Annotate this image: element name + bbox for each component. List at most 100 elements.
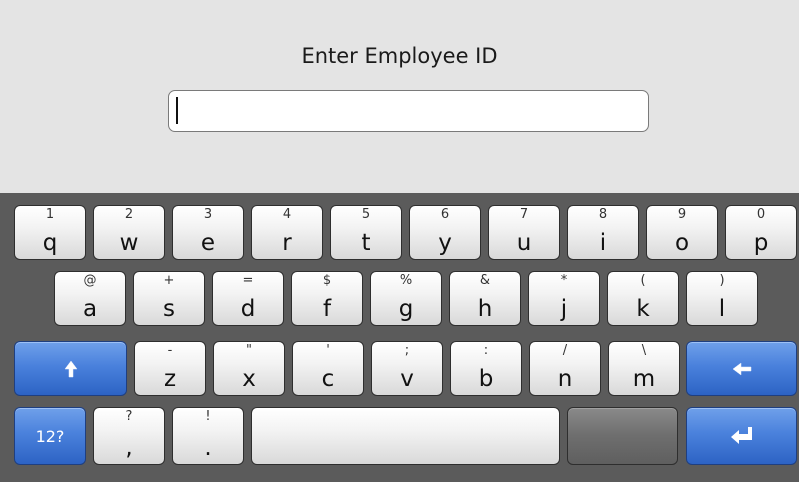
key-alt-label: % <box>399 273 413 288</box>
key-label: b <box>478 366 494 392</box>
key-d[interactable]: = d <box>212 271 284 326</box>
key-alt-label: " <box>246 343 252 358</box>
key-alt-label: 3 <box>203 207 213 222</box>
key-m[interactable]: \ m <box>608 341 680 396</box>
shift-arrow-up-icon <box>15 342 126 395</box>
key-r[interactable]: 4 r <box>251 205 323 260</box>
key-label: q <box>42 230 58 256</box>
key-z[interactable]: - z <box>134 341 206 396</box>
key-u[interactable]: 7 u <box>488 205 560 260</box>
key-label: , <box>125 435 133 461</box>
key-e[interactable]: 3 e <box>172 205 244 260</box>
key-f[interactable]: $ f <box>291 271 363 326</box>
key-alt-label: & <box>479 273 491 288</box>
key-l[interactable]: ) l <box>686 271 758 326</box>
backspace-key[interactable] <box>686 341 797 396</box>
key-a[interactable]: @ a <box>54 271 126 326</box>
prompt-title: Enter Employee ID <box>301 44 498 68</box>
key-alt-label: : <box>483 343 489 358</box>
key-label: x <box>242 366 256 392</box>
key-i[interactable]: 8 i <box>567 205 639 260</box>
key-h[interactable]: & h <box>449 271 521 326</box>
key-b[interactable]: : b <box>450 341 522 396</box>
key-label: p <box>753 230 769 256</box>
key-period[interactable]: ! . <box>172 407 244 465</box>
on-screen-keyboard: 1 q 2 w 3 e 4 r 5 t 6 y 7 u 8 i 9 o 0 p … <box>0 193 799 482</box>
key-alt-label: ( <box>640 273 646 288</box>
key-label: e <box>200 230 216 256</box>
key-label: a <box>82 296 98 322</box>
key-label: s <box>163 296 175 322</box>
key-q[interactable]: 1 q <box>14 205 86 260</box>
arrow-left-icon <box>687 342 796 395</box>
key-alt-label: * <box>560 273 568 288</box>
key-alt-label: 6 <box>440 207 450 222</box>
key-alt-label: 7 <box>519 207 529 222</box>
key-label: t <box>361 230 371 256</box>
key-label: n <box>557 366 573 392</box>
key-j[interactable]: * j <box>528 271 600 326</box>
key-alt-label: 2 <box>124 207 134 222</box>
key-n[interactable]: / n <box>529 341 601 396</box>
blank-key[interactable] <box>567 407 678 465</box>
key-label: j <box>560 296 568 322</box>
key-alt-label: 5 <box>361 207 371 222</box>
key-y[interactable]: 6 y <box>409 205 481 260</box>
key-label: . <box>204 435 212 461</box>
key-label: k <box>636 296 650 322</box>
employee-id-screen: Enter Employee ID 1 q 2 w 3 e 4 r 5 t 6 … <box>0 0 799 482</box>
key-alt-label: ! <box>205 409 211 424</box>
key-g[interactable]: % g <box>370 271 442 326</box>
key-label: g <box>398 296 414 322</box>
key-alt-label: 0 <box>756 207 766 222</box>
key-alt-label: ? <box>125 409 133 424</box>
key-c[interactable]: ' c <box>292 341 364 396</box>
key-alt-label: 4 <box>282 207 292 222</box>
shift-key[interactable] <box>14 341 127 396</box>
key-alt-label: 1 <box>45 207 55 222</box>
key-label: f <box>322 296 332 322</box>
key-label: v <box>400 366 414 392</box>
key-w[interactable]: 2 w <box>93 205 165 260</box>
key-alt-label: @ <box>83 273 97 288</box>
space-bar[interactable] <box>251 407 560 465</box>
enter-key[interactable] <box>686 407 797 465</box>
key-label: o <box>674 230 690 256</box>
numbers-mode-label: 12? <box>35 426 65 446</box>
prompt-panel: Enter Employee ID <box>0 0 799 193</box>
numbers-mode-key[interactable]: 12? <box>14 407 86 465</box>
key-comma[interactable]: ? , <box>93 407 165 465</box>
key-alt-label: / <box>562 343 568 358</box>
key-label: d <box>240 296 256 322</box>
enter-return-icon <box>687 408 796 464</box>
key-alt-label: $ <box>322 273 332 288</box>
key-label: l <box>718 296 726 322</box>
key-k[interactable]: ( k <box>607 271 679 326</box>
text-caret <box>176 97 178 124</box>
key-p[interactable]: 0 p <box>725 205 797 260</box>
key-alt-label: ' <box>326 343 330 358</box>
key-alt-label: ) <box>719 273 725 288</box>
key-alt-label: 8 <box>598 207 608 222</box>
key-label: z <box>163 366 177 392</box>
key-alt-label: 9 <box>677 207 687 222</box>
key-label: w <box>119 230 139 256</box>
key-s[interactable]: + s <box>133 271 205 326</box>
key-alt-label: + <box>163 273 175 288</box>
key-alt-label: = <box>242 273 254 288</box>
key-label: h <box>477 296 493 322</box>
key-t[interactable]: 5 t <box>330 205 402 260</box>
key-alt-label: \ <box>641 343 647 358</box>
key-x[interactable]: " x <box>213 341 285 396</box>
key-label: u <box>516 230 532 256</box>
key-alt-label: - <box>167 343 173 358</box>
employee-id-input[interactable] <box>168 90 649 132</box>
key-label: r <box>282 230 292 256</box>
key-o[interactable]: 9 o <box>646 205 718 260</box>
key-label: c <box>321 366 335 392</box>
key-label: i <box>599 230 607 256</box>
key-label: m <box>632 366 656 392</box>
key-v[interactable]: ; v <box>371 341 443 396</box>
key-alt-label: ; <box>404 343 410 358</box>
key-label: y <box>438 230 452 256</box>
